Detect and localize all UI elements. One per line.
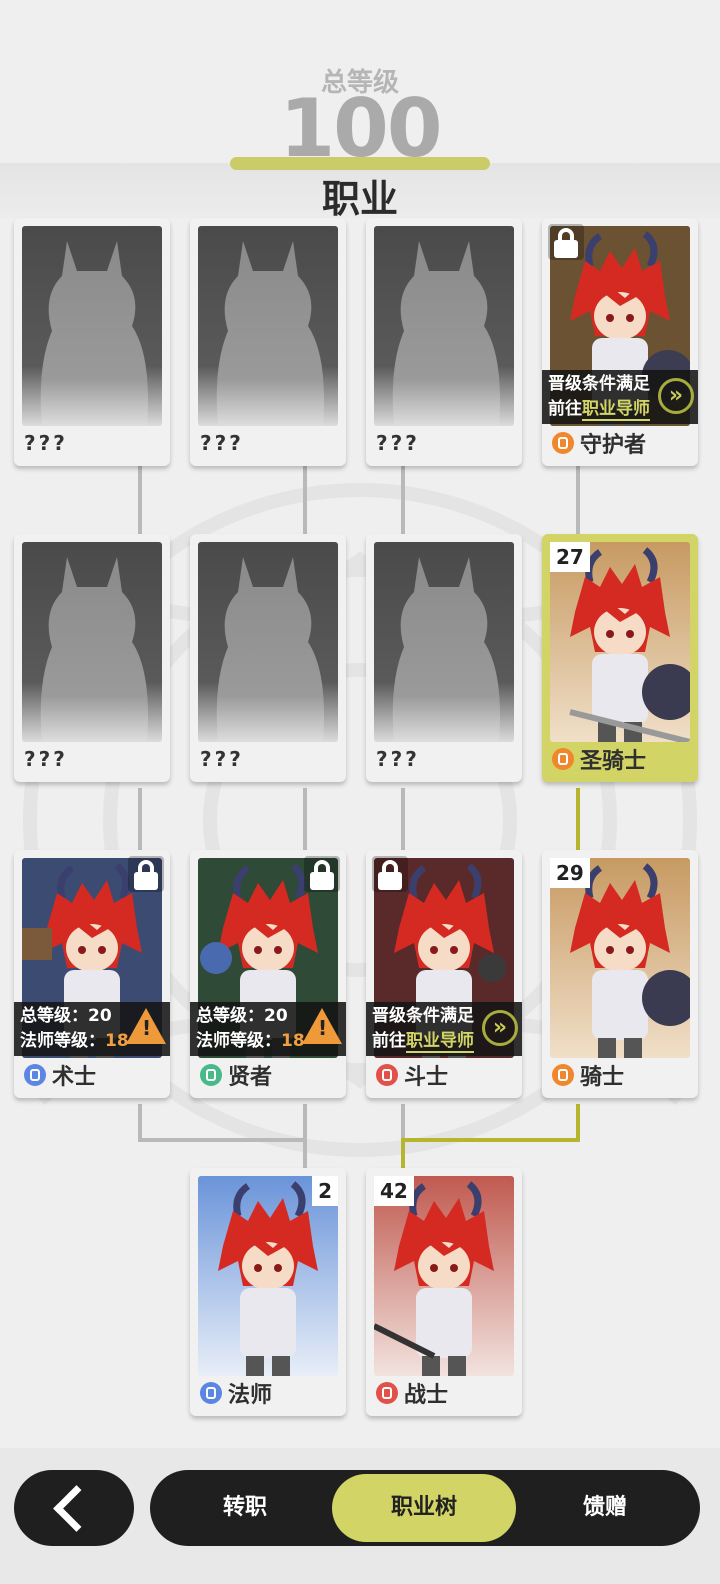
unlock-requirements: 总等级：20 法师等级：18	[14, 1002, 170, 1056]
unknown-silhouette	[374, 226, 514, 426]
class-name: 术士	[52, 1065, 97, 1090]
class-name: 斗士	[404, 1065, 449, 1090]
warrior-icon	[376, 1382, 398, 1404]
class-level-badge: 2	[312, 1176, 338, 1206]
class-name: ???	[376, 747, 420, 771]
paladin-icon	[552, 748, 574, 770]
class-name: 骑士	[580, 1065, 625, 1090]
guardian-icon	[552, 432, 574, 454]
knight-icon	[552, 1064, 574, 1086]
class-level-badge: 27	[550, 542, 590, 572]
lock-icon	[552, 228, 580, 258]
mage-portrait	[198, 1176, 338, 1376]
lock-icon	[376, 860, 404, 890]
class-card-unknown-3[interactable]: ???	[366, 218, 522, 466]
class-card-guardian[interactable]: 晋级条件满足 前往职业导师 » 守护者	[542, 218, 698, 466]
class-name: 战士	[404, 1383, 449, 1408]
class-name: 贤者	[228, 1065, 273, 1090]
class-card-unknown-4[interactable]: ???	[14, 534, 170, 782]
unlock-requirements: 总等级：20 法师等级：18	[190, 1002, 346, 1056]
class-card-paladin[interactable]: 27 圣骑士	[542, 534, 698, 782]
sage-icon	[200, 1064, 222, 1086]
unknown-silhouette	[22, 226, 162, 426]
class-card-unknown-2[interactable]: ???	[190, 218, 346, 466]
tab-gift[interactable]: 馈赠	[530, 1470, 680, 1546]
tab-change-class[interactable]: 转职	[170, 1470, 320, 1546]
tab-class-tree[interactable]: 职业树	[332, 1474, 516, 1542]
knight-portrait	[550, 858, 690, 1058]
tab-bar: 转职 职业树 馈赠	[150, 1470, 700, 1546]
unknown-silhouette	[22, 542, 162, 742]
class-level-badge: 42	[374, 1176, 414, 1206]
warning-icon	[302, 1008, 342, 1044]
promotion-notice[interactable]: 晋级条件满足 前往职业导师 »	[542, 370, 698, 424]
lock-icon	[308, 860, 336, 890]
unknown-silhouette	[198, 226, 338, 426]
lock-icon	[132, 860, 160, 890]
class-card-unknown-6[interactable]: ???	[366, 534, 522, 782]
unknown-silhouette	[374, 542, 514, 742]
warlock-icon	[24, 1064, 46, 1086]
back-button[interactable]	[14, 1470, 134, 1546]
class-name: 圣骑士	[580, 749, 647, 774]
class-name: ???	[200, 431, 244, 455]
class-card-brawler[interactable]: 晋级条件满足 前往职业导师 » 斗士	[366, 850, 522, 1098]
class-card-warrior[interactable]: 42 战士	[366, 1168, 522, 1416]
unknown-silhouette	[198, 542, 338, 742]
brawler-icon	[376, 1064, 398, 1086]
go-forward-icon[interactable]: »	[658, 378, 694, 414]
class-mentor-link[interactable]: 职业导师	[582, 399, 650, 421]
promotion-notice[interactable]: 晋级条件满足 前往职业导师 »	[366, 1002, 522, 1056]
class-card-unknown-1[interactable]: ???	[14, 218, 170, 466]
class-card-sage[interactable]: 总等级：20 法师等级：18 贤者	[190, 850, 346, 1098]
class-level-badge: 29	[550, 858, 590, 888]
go-forward-icon[interactable]: »	[482, 1010, 518, 1046]
chevron-left-icon	[53, 1485, 100, 1532]
class-name: ???	[24, 431, 68, 455]
class-card-warlock[interactable]: 总等级：20 法师等级：18 术士	[14, 850, 170, 1098]
class-name: 法师	[228, 1383, 273, 1408]
warrior-portrait	[374, 1176, 514, 1376]
class-card-mage[interactable]: 2 法师	[190, 1168, 346, 1416]
class-name: ???	[376, 431, 420, 455]
mage-icon	[200, 1382, 222, 1404]
class-name: 守护者	[580, 433, 647, 458]
class-mentor-link[interactable]: 职业导师	[406, 1031, 474, 1053]
class-name: ???	[24, 747, 68, 771]
paladin-portrait	[550, 542, 690, 742]
warning-icon	[126, 1008, 166, 1044]
class-card-unknown-5[interactable]: ???	[190, 534, 346, 782]
class-name: ???	[200, 747, 244, 771]
class-card-knight[interactable]: 29 骑士	[542, 850, 698, 1098]
